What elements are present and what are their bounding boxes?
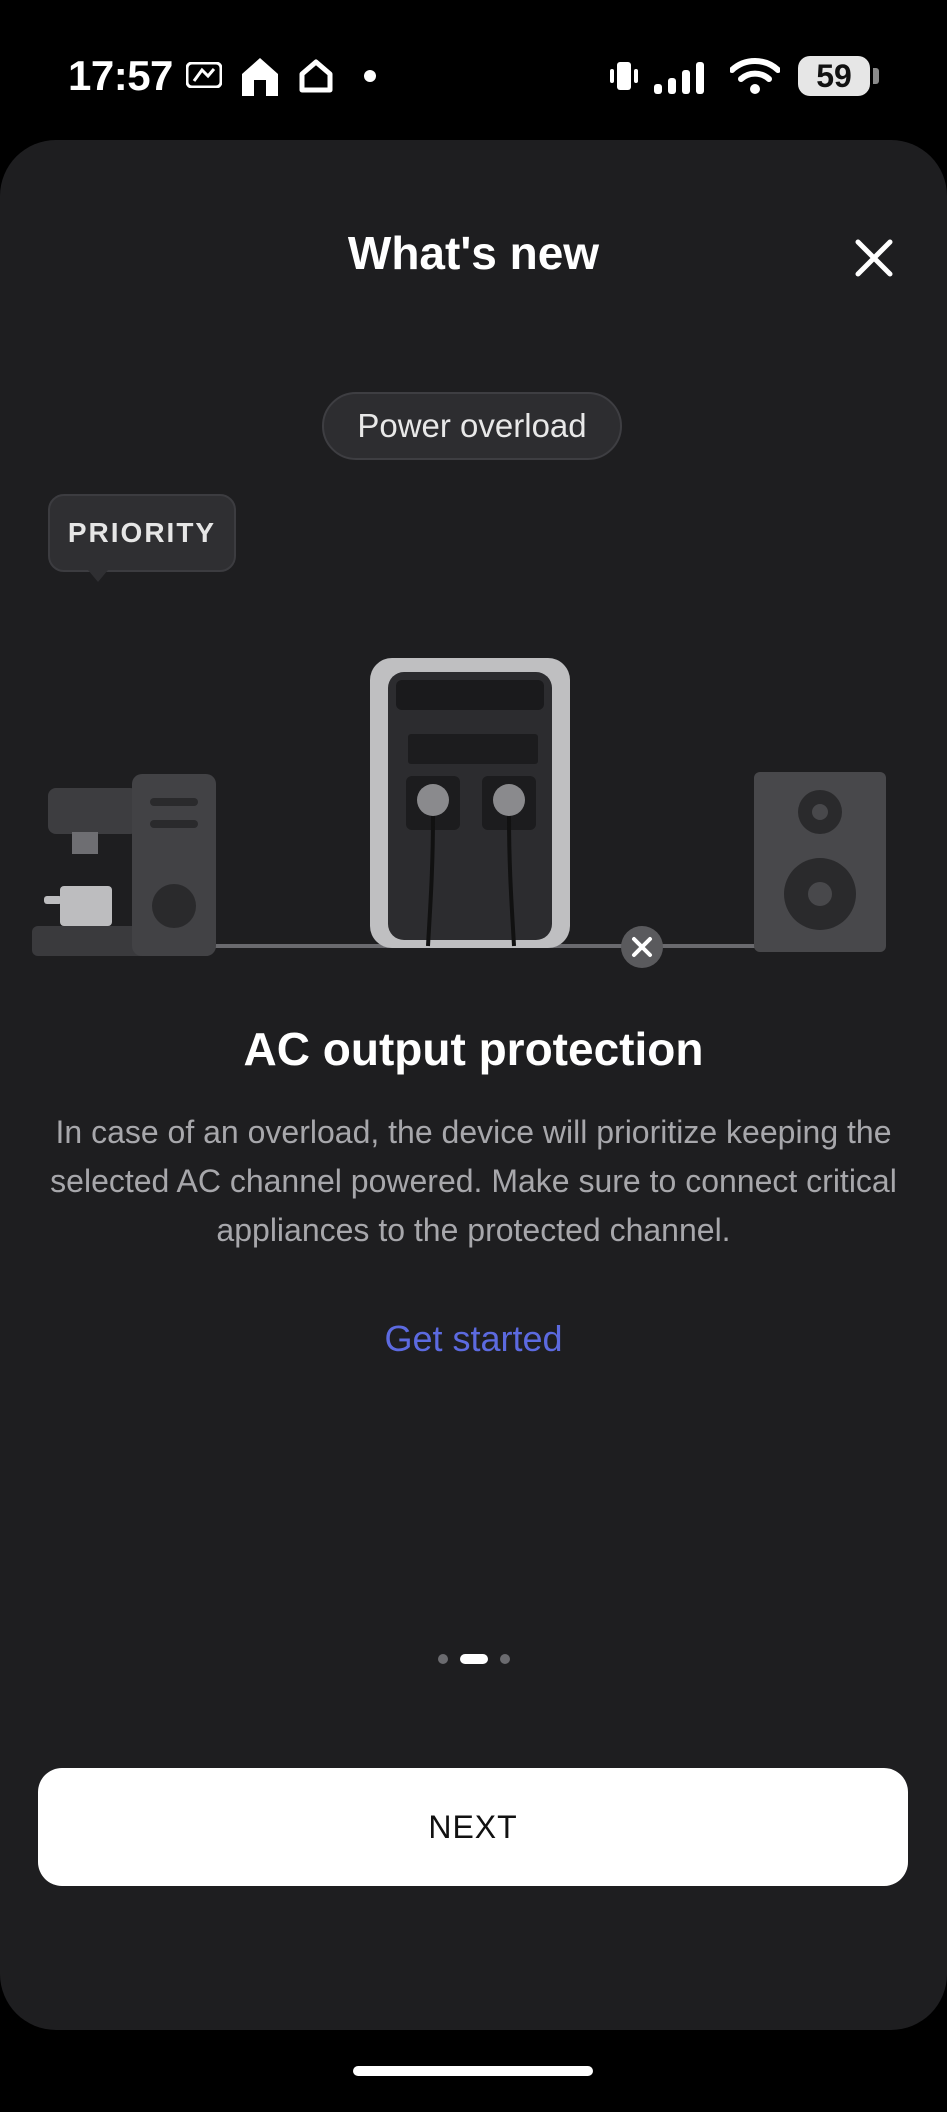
sheet-title: What's new [347,227,600,279]
battery-tip [873,68,879,84]
page-indicator [0,1654,947,1664]
power-overload-pill: Power overload [322,392,622,460]
wifi-icon [730,58,780,94]
status-time: 17:57 [68,52,173,99]
status-bar: 17:57 59 [0,0,947,140]
home-icon [242,58,278,96]
mlb-icon [186,62,222,88]
feature-description: In case of an overload, the device will … [50,1114,897,1248]
home-outline-icon [299,59,333,93]
page-dot-active [459,1654,488,1664]
signal-icon [654,62,704,94]
page-dot [437,1654,448,1664]
dot-icon [364,70,376,82]
home-indicator[interactable] [353,2066,593,2076]
close-icon[interactable] [846,230,902,286]
speaker-icon [754,772,886,952]
power-station-icon [370,658,570,948]
whats-new-sheet: What's new Power overload PRIORITY AC ou… [0,140,947,2030]
vibrate-icon [610,62,638,90]
get-started-link[interactable]: Get started [0,1318,947,1360]
ac-protection-illustration [32,658,886,968]
disconnect-x-icon [621,926,663,968]
next-button[interactable]: NEXT [38,1768,908,1886]
battery-icon: 59 [798,56,870,96]
coffee-machine-icon [32,774,216,956]
feature-headline: AC output protection [243,1023,704,1075]
page-dot [499,1654,510,1664]
